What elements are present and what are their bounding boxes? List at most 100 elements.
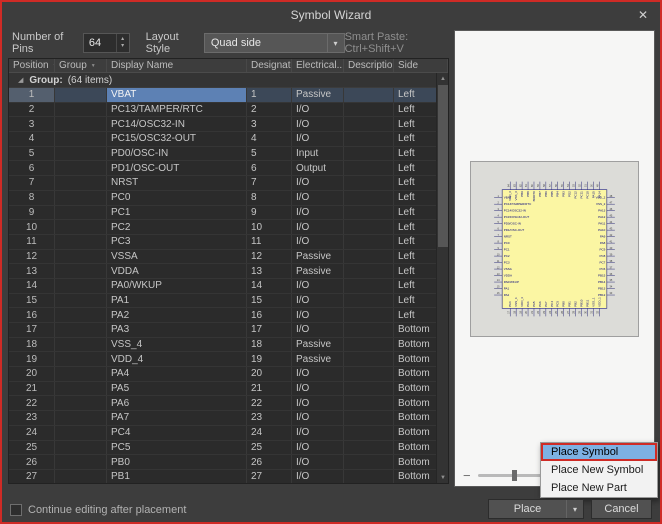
cell-group[interactable]	[55, 264, 107, 278]
column-header-display-name[interactable]: Display Name	[107, 59, 247, 72]
cell-display-name[interactable]: PA7	[107, 411, 247, 425]
table-row[interactable]: 13 VDDA 13 Passive Left	[9, 264, 438, 279]
cell-position[interactable]: 23	[9, 411, 55, 425]
cell-position[interactable]: 16	[9, 308, 55, 322]
cell-side[interactable]: Bottom	[394, 338, 438, 352]
spin-up-icon[interactable]: ▴	[121, 36, 124, 43]
cell-designator[interactable]: 12	[247, 250, 292, 264]
close-icon[interactable]: ✕	[638, 8, 648, 22]
cell-electrical[interactable]: I/O	[292, 382, 344, 396]
cell-side[interactable]: Left	[394, 279, 438, 293]
cell-group[interactable]	[55, 308, 107, 322]
cell-display-name[interactable]: PC1	[107, 206, 247, 220]
table-row[interactable]: 6 PD1/OSC-OUT 6 Output Left	[9, 161, 438, 176]
cell-description[interactable]	[344, 117, 394, 131]
cell-side[interactable]: Left	[394, 191, 438, 205]
cell-description[interactable]	[344, 264, 394, 278]
cell-display-name[interactable]: PC13/TAMPER/RTC	[107, 103, 247, 117]
table-row[interactable]: 8 PC0 8 I/O Left	[9, 191, 438, 206]
continue-editing-checkbox[interactable]	[10, 504, 22, 516]
table-row[interactable]: 7 NRST 7 I/O Left	[9, 176, 438, 191]
cell-designator[interactable]: 3	[247, 117, 292, 131]
table-row[interactable]: 24 PC4 24 I/O Bottom	[9, 426, 438, 441]
table-row[interactable]: 16 PA2 16 I/O Left	[9, 308, 438, 323]
cell-position[interactable]: 15	[9, 294, 55, 308]
table-row[interactable]: 23 PA7 23 I/O Bottom	[9, 411, 438, 426]
cell-description[interactable]	[344, 323, 394, 337]
table-row[interactable]: 17 PA3 17 I/O Bottom	[9, 323, 438, 338]
table-row[interactable]: 4 PC15/OSC32-OUT 4 I/O Left	[9, 132, 438, 147]
cell-group[interactable]	[55, 411, 107, 425]
cell-display-name[interactable]: PC0	[107, 191, 247, 205]
cell-group[interactable]	[55, 323, 107, 337]
cell-designator[interactable]: 19	[247, 352, 292, 366]
cell-group[interactable]	[55, 367, 107, 381]
cell-side[interactable]: Left	[394, 308, 438, 322]
cell-electrical[interactable]: I/O	[292, 470, 344, 483]
cell-description[interactable]	[344, 191, 394, 205]
cell-designator[interactable]: 24	[247, 426, 292, 440]
cell-side[interactable]: Bottom	[394, 352, 438, 366]
column-header-side[interactable]: Side	[394, 59, 448, 72]
group-header-row[interactable]: ◢ Group: (64 items)	[9, 73, 436, 88]
table-row[interactable]: 1 VBAT 1 Passive Left	[9, 88, 438, 103]
cell-electrical[interactable]: Input	[292, 147, 344, 161]
cell-description[interactable]	[344, 367, 394, 381]
menu-item-place-symbol[interactable]: Place Symbol	[541, 443, 657, 461]
cell-description[interactable]	[344, 352, 394, 366]
cell-description[interactable]	[344, 455, 394, 469]
table-row[interactable]: 2 PC13/TAMPER/RTC 2 I/O Left	[9, 103, 438, 118]
cell-side[interactable]: Bottom	[394, 470, 438, 483]
cell-display-name[interactable]: PA6	[107, 396, 247, 410]
cell-group[interactable]	[55, 147, 107, 161]
cell-designator[interactable]: 15	[247, 294, 292, 308]
cell-description[interactable]	[344, 396, 394, 410]
cell-designator[interactable]: 6	[247, 161, 292, 175]
cell-electrical[interactable]: I/O	[292, 294, 344, 308]
cell-position[interactable]: 22	[9, 396, 55, 410]
column-header-position[interactable]: Position▼	[9, 59, 55, 72]
cell-side[interactable]: Bottom	[394, 411, 438, 425]
cell-designator[interactable]: 27	[247, 470, 292, 483]
cell-electrical[interactable]: I/O	[292, 455, 344, 469]
cell-designator[interactable]: 16	[247, 308, 292, 322]
cell-side[interactable]: Left	[394, 103, 438, 117]
cell-position[interactable]: 27	[9, 470, 55, 483]
cell-group[interactable]	[55, 455, 107, 469]
cell-electrical[interactable]: Output	[292, 161, 344, 175]
cell-side[interactable]: Bottom	[394, 323, 438, 337]
cell-display-name[interactable]: VSS_4	[107, 338, 247, 352]
cell-designator[interactable]: 18	[247, 338, 292, 352]
cell-description[interactable]	[344, 338, 394, 352]
spin-down-icon[interactable]: ▾	[121, 43, 124, 50]
cell-position[interactable]: 19	[9, 352, 55, 366]
cell-description[interactable]	[344, 220, 394, 234]
cell-group[interactable]	[55, 235, 107, 249]
cell-group[interactable]	[55, 338, 107, 352]
cell-display-name[interactable]: PD1/OSC-OUT	[107, 161, 247, 175]
cell-designator[interactable]: 17	[247, 323, 292, 337]
cell-side[interactable]: Left	[394, 88, 438, 102]
table-row[interactable]: 15 PA1 15 I/O Left	[9, 294, 438, 309]
cell-side[interactable]: Left	[394, 220, 438, 234]
cell-side[interactable]: Left	[394, 206, 438, 220]
table-row[interactable]: 3 PC14/OSC32-IN 3 I/O Left	[9, 117, 438, 132]
cell-description[interactable]	[344, 294, 394, 308]
cell-group[interactable]	[55, 132, 107, 146]
cell-designator[interactable]: 20	[247, 367, 292, 381]
table-row[interactable]: 25 PC5 25 I/O Bottom	[9, 441, 438, 456]
cell-description[interactable]	[344, 250, 394, 264]
cell-display-name[interactable]: VBAT	[107, 88, 247, 102]
column-header-description[interactable]: Description	[344, 59, 394, 72]
layout-style-select[interactable]: Quad side ▾	[204, 33, 345, 53]
cell-display-name[interactable]: VSSA	[107, 250, 247, 264]
cell-electrical[interactable]: I/O	[292, 176, 344, 190]
cell-group[interactable]	[55, 103, 107, 117]
table-row[interactable]: 18 VSS_4 18 Passive Bottom	[9, 338, 438, 353]
cell-display-name[interactable]: PB0	[107, 455, 247, 469]
scroll-down-icon[interactable]: ▼	[437, 472, 449, 483]
cell-position[interactable]: 7	[9, 176, 55, 190]
cell-display-name[interactable]: PC15/OSC32-OUT	[107, 132, 247, 146]
cell-display-name[interactable]: PC5	[107, 441, 247, 455]
cell-electrical[interactable]: I/O	[292, 206, 344, 220]
